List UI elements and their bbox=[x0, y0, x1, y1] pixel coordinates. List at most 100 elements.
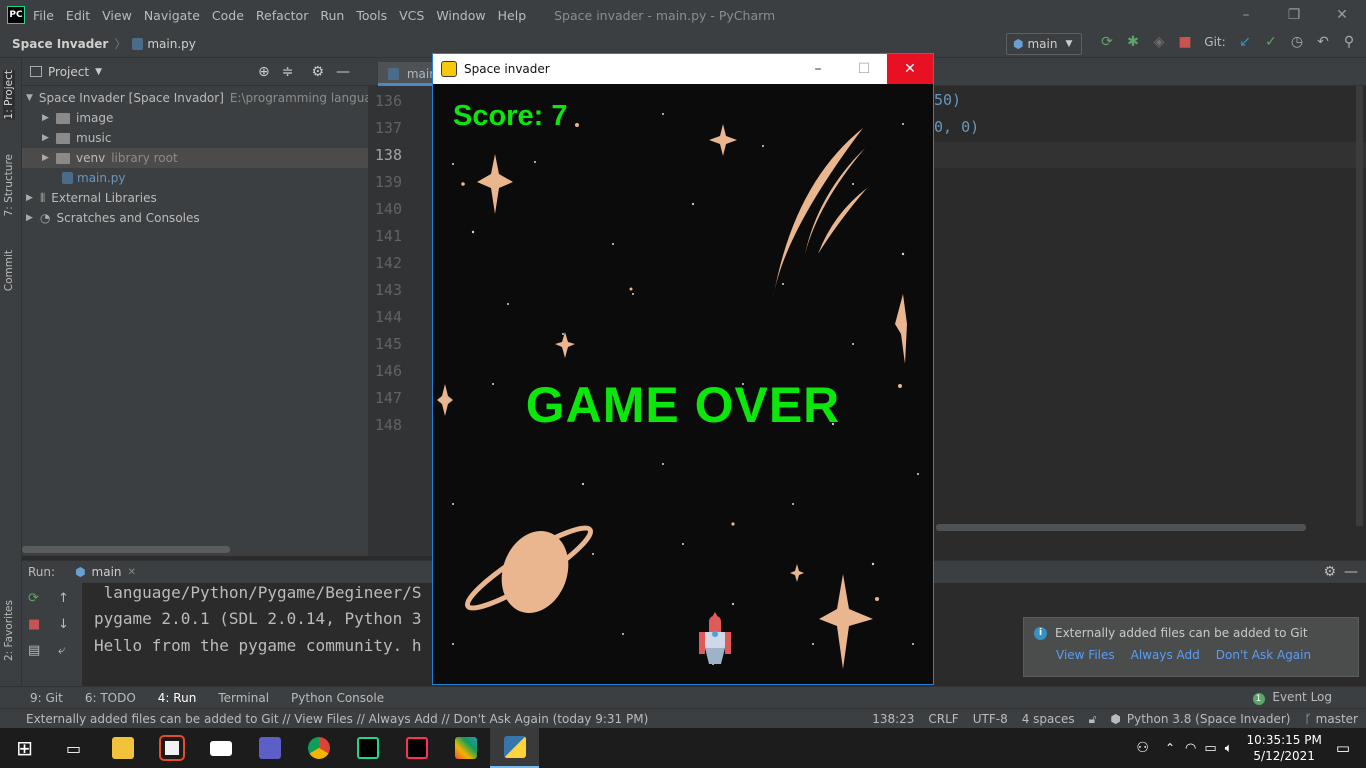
code-fragment[interactable]: 0, 0) bbox=[934, 118, 979, 136]
locate-icon[interactable]: ⊕ bbox=[258, 64, 270, 80]
menu-refactor[interactable]: Refactor bbox=[256, 8, 308, 23]
taskbar-git[interactable] bbox=[441, 728, 490, 768]
tree-item-venv[interactable]: ▶ venv library root bbox=[22, 148, 368, 168]
menu-file[interactable]: File bbox=[33, 8, 54, 23]
tab-project[interactable]: 1: Project bbox=[3, 70, 15, 120]
tree-item-scratches[interactable]: ▶ ◔ Scratches and Consoles bbox=[22, 208, 368, 228]
file-encoding[interactable]: UTF-8 bbox=[973, 712, 1008, 726]
python-interpreter[interactable]: Python 3.8 (Space Invader) bbox=[1127, 712, 1291, 726]
tab-commit[interactable]: Commit bbox=[3, 250, 15, 291]
hide-icon[interactable]: — bbox=[1344, 564, 1358, 580]
editor-horizontal-scrollbar[interactable] bbox=[936, 524, 1306, 531]
event-log-tab[interactable]: 1 Event Log bbox=[1252, 690, 1354, 705]
git-branch[interactable]: master bbox=[1316, 712, 1358, 726]
collapse-icon[interactable]: ≑ bbox=[282, 64, 294, 80]
gear-icon[interactable]: ⚙ bbox=[1323, 564, 1336, 580]
task-view-button[interactable]: ▭ bbox=[49, 728, 98, 768]
expand-arrow-icon[interactable]: ▶ bbox=[42, 153, 56, 163]
dont-ask-again-link[interactable]: Don't Ask Again bbox=[1216, 648, 1311, 662]
chevron-down-icon[interactable]: ▼ bbox=[95, 67, 102, 77]
layout-icon[interactable]: ▤ bbox=[28, 643, 40, 658]
taskbar-pycharm[interactable] bbox=[343, 728, 392, 768]
menu-code[interactable]: Code bbox=[212, 8, 244, 23]
game-maximize-button[interactable]: ☐ bbox=[841, 54, 887, 84]
tab-terminal[interactable]: Terminal bbox=[218, 691, 269, 705]
breadcrumb-file[interactable]: main.py bbox=[147, 37, 196, 51]
menu-edit[interactable]: Edit bbox=[66, 8, 90, 23]
menu-navigate[interactable]: Navigate bbox=[144, 8, 200, 23]
tab-run[interactable]: 4: Run bbox=[158, 691, 197, 705]
stop-icon[interactable]: ■ bbox=[28, 617, 40, 632]
taskbar-teams[interactable] bbox=[245, 728, 294, 768]
coverage-icon[interactable]: ◈ bbox=[1146, 34, 1172, 50]
history-icon[interactable]: ◷ bbox=[1284, 34, 1310, 50]
tree-item-main-py[interactable]: main.py bbox=[22, 168, 368, 188]
debug-icon[interactable]: ✱ bbox=[1120, 34, 1146, 50]
tree-item-external-libraries[interactable]: ▶ ⦀ External Libraries bbox=[22, 188, 368, 208]
notifications-icon[interactable]: ▭ bbox=[1336, 739, 1350, 757]
horizontal-scrollbar[interactable] bbox=[22, 546, 230, 553]
menu-vcs[interactable]: VCS bbox=[399, 8, 424, 23]
line-separator[interactable]: CRLF bbox=[928, 712, 958, 726]
people-icon[interactable]: ⚇ bbox=[1136, 740, 1149, 756]
game-close-button[interactable]: ✕ bbox=[887, 54, 933, 84]
wifi-icon[interactable]: ◠ bbox=[1185, 741, 1196, 756]
run-config-tab[interactable]: main bbox=[92, 565, 122, 579]
tab-structure[interactable]: 7: Structure bbox=[3, 154, 15, 216]
tree-item-root[interactable]: ▼ Space Invader [Space Invador] E:\progr… bbox=[22, 88, 387, 108]
search-icon[interactable]: ⚲ bbox=[1336, 34, 1362, 50]
hide-icon[interactable]: — bbox=[336, 64, 350, 80]
tree-item-music[interactable]: ▶ music bbox=[22, 128, 368, 148]
caret-position[interactable]: 138:23 bbox=[872, 712, 914, 726]
code-fragment[interactable]: 50) bbox=[934, 91, 961, 109]
tab-git[interactable]: 9: Git bbox=[30, 691, 63, 705]
soft-wrap-icon[interactable]: ⤶ bbox=[58, 643, 65, 658]
chevron-up-icon[interactable]: ⌃ bbox=[1165, 741, 1175, 755]
taskbar-mail[interactable] bbox=[196, 728, 245, 768]
battery-icon[interactable]: ▭ bbox=[1204, 741, 1216, 756]
indent-setting[interactable]: 4 spaces bbox=[1022, 712, 1075, 726]
menu-help[interactable]: Help bbox=[498, 8, 527, 23]
lock-icon[interactable]: 🔓︎ bbox=[1089, 712, 1097, 727]
rollback-icon[interactable]: ↶ bbox=[1310, 34, 1336, 50]
menu-tools[interactable]: Tools bbox=[356, 8, 387, 23]
status-message[interactable]: Externally added files can be added to G… bbox=[26, 712, 648, 726]
editor-vertical-scrollbar[interactable] bbox=[1356, 86, 1363, 526]
expand-arrow-icon[interactable]: ▼ bbox=[26, 93, 33, 103]
expand-arrow-icon[interactable]: ▶ bbox=[42, 133, 56, 143]
tree-item-image[interactable]: ▶ image bbox=[22, 108, 368, 128]
view-files-link[interactable]: View Files bbox=[1056, 648, 1115, 662]
volume-icon[interactable]: 🔈︎ bbox=[1225, 741, 1233, 756]
close-button[interactable]: ✕ bbox=[1318, 0, 1366, 30]
expand-arrow-icon[interactable]: ▶ bbox=[42, 113, 56, 123]
minimize-button[interactable]: – bbox=[1222, 0, 1270, 30]
stop-icon[interactable]: ■ bbox=[1172, 34, 1198, 50]
gear-icon[interactable]: ⚙ bbox=[311, 64, 324, 80]
start-button[interactable]: ⊞ bbox=[0, 728, 49, 768]
taskbar-python[interactable] bbox=[490, 728, 539, 768]
expand-arrow-icon[interactable]: ▶ bbox=[26, 213, 40, 223]
system-clock[interactable]: 10:35:15 PM 5/12/2021 bbox=[1247, 732, 1322, 764]
taskbar-store[interactable] bbox=[147, 728, 196, 768]
game-canvas[interactable]: Score: 7 GAME OVER bbox=[433, 84, 933, 684]
breadcrumb-project[interactable]: Space Invader bbox=[12, 37, 108, 51]
taskbar-file-explorer[interactable] bbox=[98, 728, 147, 768]
taskbar-intellij[interactable] bbox=[392, 728, 441, 768]
rerun-icon[interactable]: ⟳ bbox=[1094, 34, 1120, 50]
menu-run[interactable]: Run bbox=[320, 8, 344, 23]
taskbar-chrome[interactable] bbox=[294, 728, 343, 768]
run-config-select[interactable]: ⬢ main ▼ bbox=[1006, 33, 1082, 55]
tab-todo[interactable]: 6: TODO bbox=[85, 691, 136, 705]
close-icon[interactable]: ✕ bbox=[128, 567, 136, 578]
tab-python-console[interactable]: Python Console bbox=[291, 691, 384, 705]
expand-arrow-icon[interactable]: ▶ bbox=[26, 193, 40, 203]
game-minimize-button[interactable]: – bbox=[795, 54, 841, 84]
menu-window[interactable]: Window bbox=[436, 8, 485, 23]
rerun-icon[interactable]: ⟳ bbox=[28, 591, 39, 606]
tab-favorites[interactable]: 2: Favorites bbox=[3, 600, 15, 661]
scroll-down-icon[interactable]: ↓ bbox=[58, 617, 69, 632]
git-update-icon[interactable]: ↙ bbox=[1232, 34, 1258, 50]
git-commit-icon[interactable]: ✓ bbox=[1258, 34, 1284, 50]
restore-button[interactable]: ❐ bbox=[1270, 0, 1318, 30]
always-add-link[interactable]: Always Add bbox=[1131, 648, 1200, 662]
